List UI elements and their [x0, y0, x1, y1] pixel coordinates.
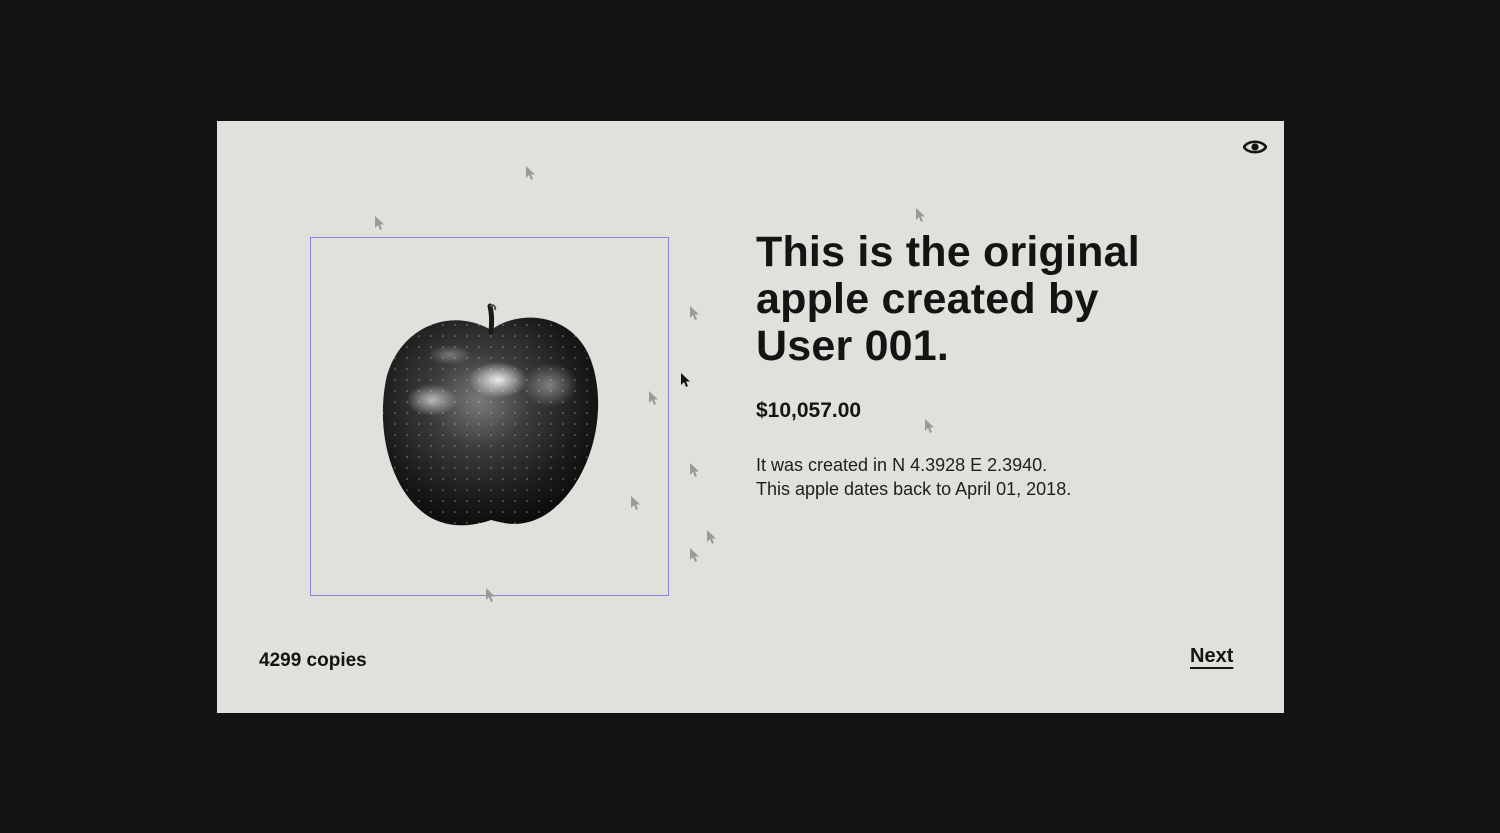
cursor-arrow-icon: [526, 166, 535, 180]
apple-image: [382, 303, 599, 526]
description-location: It was created in N 4.3928 E 2.3940.: [756, 455, 1048, 475]
product-price: $10,057.00: [756, 399, 862, 422]
copies-count: 4299 copies: [259, 650, 367, 671]
description-date: This apple dates back to April 01, 2018.: [756, 479, 1072, 499]
eye-icon[interactable]: [1242, 137, 1268, 157]
apple-image-frame: [310, 237, 669, 596]
next-link[interactable]: Next: [1190, 645, 1233, 668]
cursor-arrow-icon: [925, 419, 934, 433]
cursor-arrow-icon: [916, 208, 925, 222]
cursor-arrow-icon: [690, 463, 699, 477]
cursor-arrow-icon: [681, 373, 690, 387]
cursor-arrow-icon: [649, 391, 658, 405]
cursor-arrow-icon: [690, 306, 699, 320]
product-card: This is the original apple created by Us…: [217, 121, 1284, 713]
product-description: It was created in N 4.3928 E 2.3940. Thi…: [756, 453, 1071, 501]
cursor-arrow-icon: [690, 548, 699, 562]
product-title: This is the original apple created by Us…: [756, 228, 1140, 370]
cursor-arrow-icon: [707, 530, 716, 544]
cursor-arrow-icon: [486, 588, 495, 602]
cursor-arrow-icon: [375, 216, 384, 230]
cursor-arrow-icon: [631, 496, 640, 510]
